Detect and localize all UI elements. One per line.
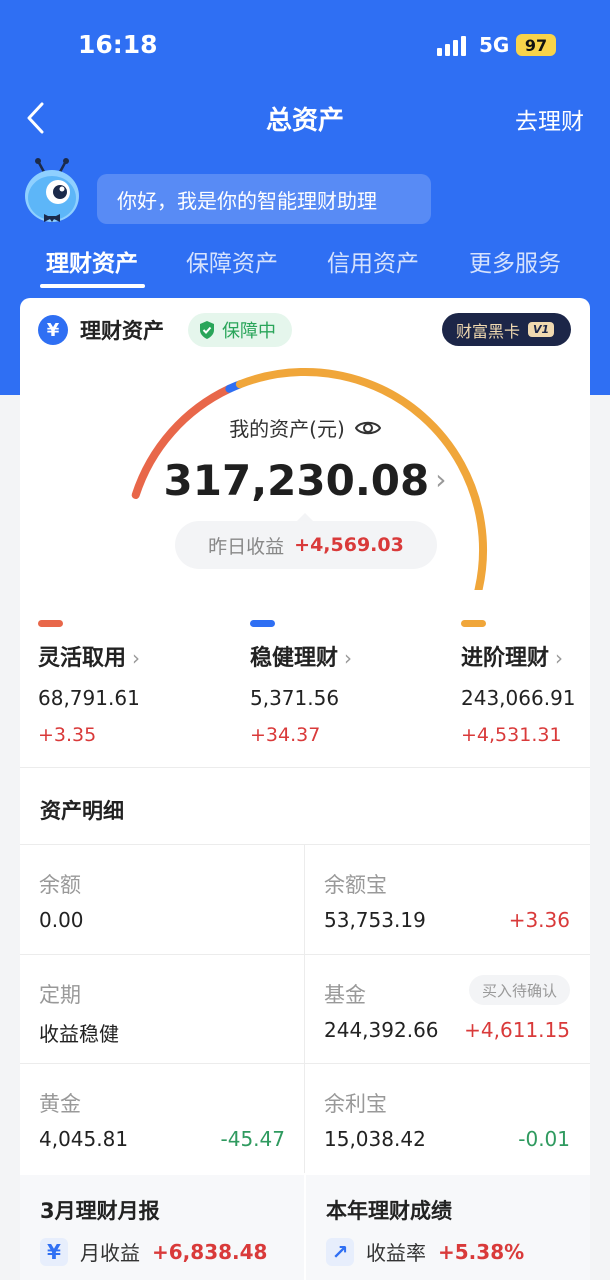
chevron-right-icon: › [132,646,141,670]
protection-label: 保障中 [222,321,276,342]
detail-label: 黄金 [39,1092,81,1116]
category-color-bar [250,620,275,627]
report-title: 3月理财月报 [40,1199,160,1223]
detail-delta: -0.01 [518,1127,570,1151]
category-color-bar [461,620,486,627]
detail-value: 244,392.66 [324,1018,439,1042]
detail-label: 基金 [324,983,366,1007]
wealth-black-card-badge[interactable]: 财富黑卡 V1 [442,313,571,346]
report-row: ↗ 收益率 +5.38% [326,1237,524,1266]
detail-label: 余额 [39,873,81,897]
detail-delta: +4,611.15 [464,1018,570,1042]
eye-icon[interactable] [354,419,381,437]
active-tab-indicator [40,284,145,288]
my-assets-label: 我的资产(元) [0,413,610,442]
battery-icon: 97 [516,34,556,56]
asset-details-title: 资产明细 [40,799,124,823]
divider [20,767,590,768]
category-change: +4,531.31 [461,724,562,746]
detail-yuebao[interactable]: 余额宝 53,753.19 +3.36 [305,845,589,953]
wealth-level: V1 [528,322,555,337]
yesterday-label: 昨日收益 [208,535,285,558]
yesterday-value: +4,569.03 [294,534,404,556]
report-row: ¥ 月收益 +6,838.48 [40,1237,267,1266]
assistant-mascot-icon[interactable] [22,158,82,226]
detail-label: 余利宝 [324,1092,387,1116]
detail-value: 4,045.81 [39,1127,129,1151]
report-value: +6,838.48 [152,1239,268,1264]
pending-confirm-tag: 买入待确认 [468,975,570,1005]
go-invest-link[interactable]: 去理财 [515,102,584,136]
category-name: 灵活取用 › [38,640,208,672]
tab-wealth-assets[interactable]: 理财资产 [46,244,138,278]
category-name: 稳健理财 › [250,640,420,672]
category-value: 5,371.56 [250,686,340,710]
battery-level: 97 [524,35,548,55]
tab-more-services[interactable]: 更多服务 [469,244,561,278]
detail-label: 定期 [39,983,81,1007]
detail-label: 余额宝 [324,873,387,897]
detail-delta: -45.47 [220,1127,285,1151]
back-arrow-icon[interactable] [24,100,48,136]
my-assets-text: 我的资产(元) [229,417,345,441]
trend-up-icon: ↗ [326,1237,354,1266]
category-change: +34.37 [250,724,321,746]
report-key: 收益率 [366,1241,426,1265]
category-color-bar [38,620,63,627]
yen-icon: ¥ [40,1237,68,1266]
chevron-right-icon: › [435,463,447,496]
total-assets-value: 317,230.08 [163,456,430,505]
category-change: +3.35 [38,724,97,746]
network-type: 5G [479,33,510,57]
tab-credit-assets[interactable]: 信用资产 [327,244,419,278]
category-advanced[interactable]: 进阶理财 › 243,066.91 +4,531.31 [461,620,610,746]
category-name-text: 进阶理财 [461,646,550,671]
category-flexible[interactable]: 灵活取用 › 68,791.61 +3.35 [38,620,208,746]
assistant-greeting-text: 你好，我是你的智能理财助理 [117,188,377,213]
yen-icon: ¥ [38,315,68,345]
annual-report[interactable]: 本年理财成绩 ↗ 收益率 +5.38% [306,1175,590,1280]
report-title: 本年理财成绩 [326,1199,452,1223]
detail-delta: +3.36 [508,908,570,932]
category-value: 68,791.61 [38,686,140,710]
shield-check-icon [200,321,214,339]
monthly-report[interactable]: 3月理财月报 ¥ 月收益 +6,838.48 [20,1175,304,1280]
detail-value: 53,753.19 [324,908,426,932]
category-name-text: 灵活取用 [38,646,127,671]
detail-value: 15,038.42 [324,1127,426,1151]
chevron-right-icon: › [344,646,353,670]
category-name-text: 稳健理财 [250,646,339,671]
card-title: 理财资产 [80,319,164,343]
yesterday-earnings[interactable]: 昨日收益 +4,569.03 [175,521,437,569]
total-assets[interactable]: 317,230.08 › [0,456,610,505]
signal-icon [437,34,469,56]
detail-yulibao[interactable]: 余利宝 15,038.42 -0.01 [305,1064,589,1172]
grid-divider [304,845,305,1173]
detail-gold[interactable]: 黄金 4,045.81 -45.47 [20,1064,304,1172]
category-steady[interactable]: 稳健理财 › 5,371.56 +34.37 [250,620,420,746]
protection-badge[interactable]: 保障中 [188,313,292,347]
report-key: 月收益 [80,1241,140,1265]
detail-value: 收益稳健 [39,1022,119,1046]
detail-fund[interactable]: 基金 买入待确认 244,392.66 +4,611.15 [305,955,589,1063]
category-value: 243,066.91 [461,686,576,710]
assistant-greeting[interactable]: 你好，我是你的智能理财助理 [97,174,431,224]
category-name: 进阶理财 › [461,640,610,672]
tab-insurance-assets[interactable]: 保障资产 [186,244,278,278]
status-time: 16:18 [78,30,158,59]
asset-tabs: 理财资产 保障资产 信用资产 更多服务 [0,244,610,292]
wealth-card-label: 财富黑卡 [456,321,521,341]
detail-fixed-term[interactable]: 定期 收益稳健 [20,955,304,1063]
detail-value: 0.00 [39,908,84,932]
chevron-right-icon: › [555,646,564,670]
detail-balance[interactable]: 余额 0.00 [20,845,304,953]
report-value: +5.38% [438,1239,525,1264]
